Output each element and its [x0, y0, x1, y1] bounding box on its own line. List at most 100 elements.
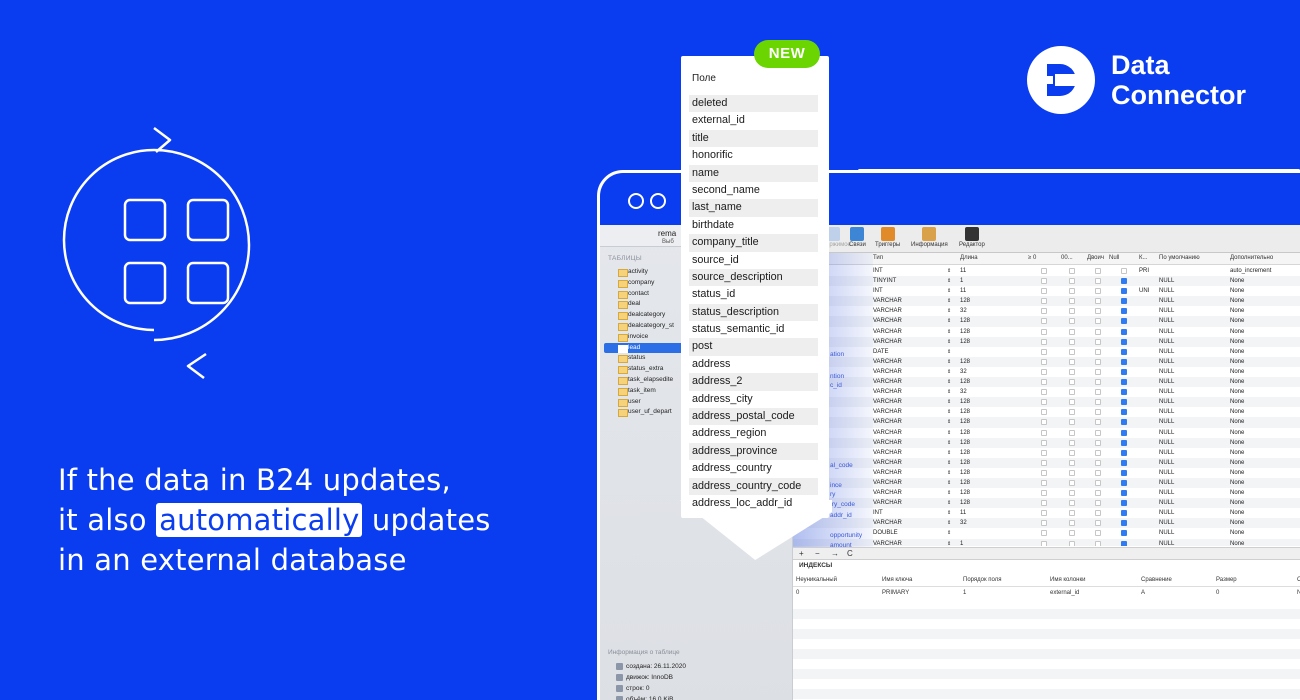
- checkbox[interactable]: [1041, 490, 1047, 497]
- checkbox[interactable]: [1069, 540, 1075, 546]
- null-checkbox[interactable]: [1121, 500, 1127, 507]
- stepper-icon[interactable]: ⇕: [947, 316, 951, 326]
- stepper-icon[interactable]: ⇕: [947, 478, 951, 488]
- checkbox[interactable]: [1069, 500, 1075, 507]
- stepper-icon[interactable]: ⇕: [947, 407, 951, 417]
- null-checkbox[interactable]: [1121, 389, 1127, 396]
- index-control-button[interactable]: C: [847, 549, 853, 558]
- toolbar-button[interactable]: Триггеры: [875, 227, 900, 248]
- toolbar-button[interactable]: Редактор: [959, 227, 985, 248]
- checkbox[interactable]: [1095, 298, 1101, 305]
- stepper-icon[interactable]: ⇕: [947, 306, 951, 316]
- checkbox[interactable]: [1069, 419, 1075, 426]
- checkbox[interactable]: [1041, 439, 1047, 446]
- null-checkbox[interactable]: [1121, 318, 1127, 325]
- checkbox[interactable]: [1095, 439, 1101, 446]
- stepper-icon[interactable]: ⇕: [947, 438, 951, 448]
- field-item[interactable]: status_id: [689, 286, 818, 303]
- checkbox[interactable]: [1041, 298, 1047, 305]
- null-checkbox[interactable]: [1121, 399, 1127, 406]
- field-item[interactable]: address_postal_code: [689, 408, 818, 426]
- checkbox[interactable]: [1095, 358, 1101, 365]
- database-selector[interactable]: rema: [658, 229, 676, 238]
- index-column-header[interactable]: Неуникальный: [796, 577, 837, 583]
- checkbox[interactable]: [1095, 540, 1101, 546]
- index-control-button[interactable]: →: [831, 549, 839, 558]
- column-header[interactable]: По умолчанию: [1159, 255, 1200, 261]
- field-item[interactable]: name: [689, 164, 818, 182]
- checkbox[interactable]: [1041, 429, 1047, 436]
- stepper-icon[interactable]: ⇕: [947, 428, 951, 438]
- checkbox[interactable]: [1041, 348, 1047, 355]
- checkbox[interactable]: [1041, 500, 1047, 507]
- null-checkbox[interactable]: [1121, 419, 1127, 426]
- checkbox[interactable]: [1095, 449, 1101, 456]
- checkbox[interactable]: [1069, 490, 1075, 497]
- checkbox[interactable]: [1041, 409, 1047, 416]
- null-checkbox[interactable]: [1121, 379, 1127, 386]
- null-checkbox[interactable]: [1121, 278, 1127, 285]
- stepper-icon[interactable]: ⇕: [947, 458, 951, 468]
- stepper-icon[interactable]: ⇕: [947, 377, 951, 387]
- checkbox[interactable]: [1041, 530, 1047, 537]
- field-item[interactable]: status_semantic_id: [689, 321, 818, 338]
- column-header[interactable]: Null: [1109, 255, 1119, 261]
- stepper-icon[interactable]: ⇕: [947, 347, 951, 357]
- checkbox[interactable]: [1041, 449, 1047, 456]
- null-checkbox[interactable]: [1121, 459, 1127, 466]
- null-checkbox[interactable]: [1121, 530, 1127, 537]
- checkbox[interactable]: [1095, 288, 1101, 295]
- checkbox[interactable]: [1041, 540, 1047, 546]
- index-column-header[interactable]: Имя колонки: [1050, 577, 1085, 583]
- checkbox[interactable]: [1069, 510, 1075, 517]
- checkbox[interactable]: [1041, 469, 1047, 476]
- checkbox[interactable]: [1069, 520, 1075, 527]
- stepper-icon[interactable]: ⇕: [947, 286, 951, 296]
- checkbox[interactable]: [1069, 530, 1075, 537]
- field-item[interactable]: source_id: [689, 252, 818, 269]
- checkbox[interactable]: [1069, 459, 1075, 466]
- field-item[interactable]: address_2: [689, 373, 818, 391]
- checkbox[interactable]: [1095, 348, 1101, 355]
- checkbox[interactable]: [1095, 500, 1101, 507]
- checkbox[interactable]: [1041, 379, 1047, 386]
- null-checkbox[interactable]: [1121, 439, 1127, 446]
- column-header[interactable]: Дополнительно: [1230, 255, 1273, 261]
- checkbox[interactable]: [1095, 399, 1101, 406]
- field-item[interactable]: company_title: [689, 234, 818, 252]
- field-item[interactable]: address_country: [689, 460, 818, 477]
- checkbox[interactable]: [1095, 379, 1101, 386]
- null-checkbox[interactable]: [1121, 338, 1127, 345]
- checkbox[interactable]: [1069, 338, 1075, 345]
- field-item[interactable]: source_description: [689, 268, 818, 287]
- checkbox[interactable]: [1095, 389, 1101, 396]
- null-checkbox[interactable]: [1121, 308, 1127, 315]
- stepper-icon[interactable]: ⇕: [947, 448, 951, 458]
- null-checkbox[interactable]: [1121, 328, 1127, 335]
- index-column-header[interactable]: Сравнение: [1141, 577, 1172, 583]
- checkbox[interactable]: [1069, 268, 1075, 274]
- stepper-icon[interactable]: ⇕: [947, 296, 951, 306]
- column-header[interactable]: Тип: [873, 255, 883, 261]
- null-checkbox[interactable]: [1121, 348, 1127, 355]
- checkbox[interactable]: [1041, 318, 1047, 325]
- field-item[interactable]: address_country_code: [689, 477, 818, 495]
- checkbox[interactable]: [1041, 520, 1047, 527]
- checkbox[interactable]: [1095, 278, 1101, 285]
- checkbox[interactable]: [1041, 328, 1047, 335]
- field-item[interactable]: external_id: [689, 112, 818, 129]
- checkbox[interactable]: [1069, 368, 1075, 375]
- index-control-button[interactable]: −: [815, 549, 820, 558]
- checkbox[interactable]: [1069, 288, 1075, 295]
- checkbox[interactable]: [1069, 409, 1075, 416]
- checkbox[interactable]: [1095, 520, 1101, 527]
- field-item[interactable]: honorific: [689, 147, 818, 164]
- checkbox[interactable]: [1095, 308, 1101, 315]
- checkbox[interactable]: [1069, 399, 1075, 406]
- null-checkbox[interactable]: [1121, 368, 1127, 375]
- stepper-icon[interactable]: ⇕: [947, 367, 951, 377]
- stepper-icon[interactable]: ⇕: [947, 397, 951, 407]
- field-item[interactable]: birthdate: [689, 217, 818, 234]
- checkbox[interactable]: [1069, 328, 1075, 335]
- stepper-icon[interactable]: ⇕: [947, 498, 951, 508]
